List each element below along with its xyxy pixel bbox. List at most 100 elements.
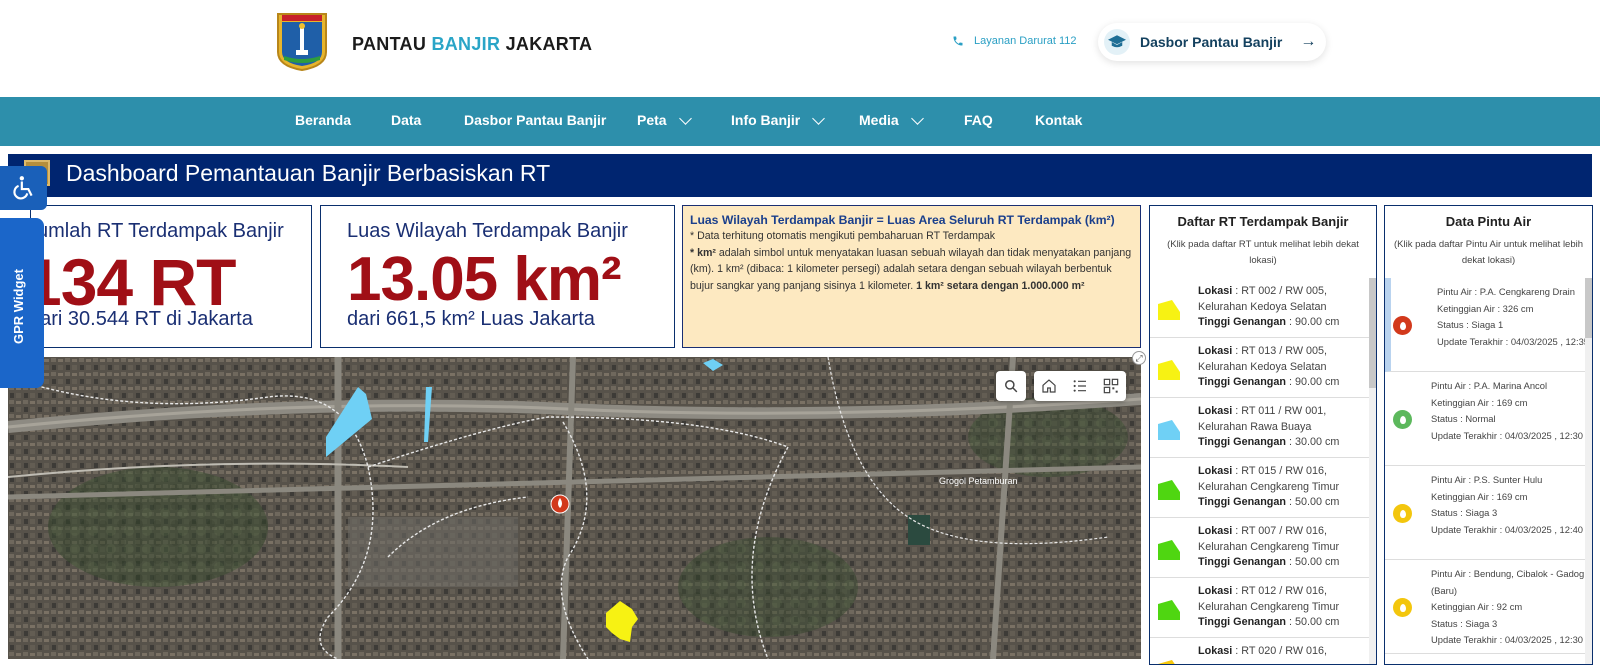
floodgate-updated: Update Terakhir : 04/03/2025 , 12:30 <box>1431 429 1584 441</box>
location-label: Lokasi <box>1198 405 1233 417</box>
rt-list-item[interactable]: Lokasi : RT 013 / RW 005, Kelurahan Kedo… <box>1150 338 1371 398</box>
depth-label: Tinggi Genangan <box>1198 556 1286 568</box>
floodgate-level: Ketinggian Air : 92 cm <box>1431 601 1523 612</box>
location-label: Lokasi <box>1198 525 1233 537</box>
floodgate-updated: Update Terakhir : 04/03/2025 , 12:35 <box>1437 335 1590 347</box>
scrollbar-thumb[interactable] <box>1369 278 1376 388</box>
floodgate-list: Pintu Air : P.A. Cengkareng Drain Ketingg… <box>1385 278 1590 654</box>
flood-level-swatch <box>1158 540 1180 560</box>
stat-value: 13.05 km² <box>347 245 622 314</box>
flood-level-swatch <box>1158 660 1175 664</box>
rt-list-item[interactable]: Lokasi : RT 020 / RW 016, <box>1150 638 1371 664</box>
rt-item-text: Lokasi : RT 015 / RW 016, Kelurahan Ceng… <box>1198 465 1340 508</box>
flood-level-swatch <box>1158 600 1180 620</box>
panel-note: (Klik pada daftar Pintu Air untuk meliha… <box>1393 239 1584 266</box>
flood-map[interactable]: Grogol Petamburan <box>8 357 1141 659</box>
panel-note: (Klik pada daftar RT untuk melihat lebih… <box>1167 239 1359 266</box>
rt-list: Lokasi : RT 002 / RW 005, Kelurahan Kedo… <box>1150 278 1371 664</box>
scrollbar-thumb[interactable] <box>1585 278 1592 338</box>
stat-sub: dari 661,5 km² Luas Jakarta <box>347 308 595 330</box>
nav-peta[interactable]: Peta <box>637 111 692 128</box>
layer-list-icon[interactable] <box>1072 378 1088 394</box>
accessibility-button[interactable] <box>0 166 47 210</box>
emergency-link[interactable]: Layanan Darurat 112 <box>952 35 1077 47</box>
floodgate-item-text: Pintu Air : P.S. Sunter Hulu Ketinggian A… <box>1431 472 1587 538</box>
water-drop-icon <box>1393 598 1412 617</box>
depth-label: Tinggi Genangan <box>1198 376 1286 388</box>
info-note-2-bold: * km² <box>690 246 716 259</box>
expand-icon[interactable]: ⤢ <box>1132 351 1146 365</box>
floodgate-level: Ketinggian Air : 169 cm <box>1431 396 1528 408</box>
gpr-widget-tab[interactable]: GPR Widget <box>0 218 44 388</box>
floodgate-name: Pintu Air : Bendung, Cibalok - Gadog (Ba… <box>1431 568 1585 596</box>
nav-media[interactable]: Media <box>859 111 924 128</box>
info-title: Luas Wilayah Terdampak Banjir = Luas Are… <box>690 213 1115 227</box>
floodgate-list-item[interactable]: Pintu Air : Bendung, Cibalok - Gadog (Ba… <box>1385 560 1590 654</box>
nav-dasbor[interactable]: Dasbor Pantau Banjir <box>464 112 606 128</box>
nav-kontak[interactable]: Kontak <box>1035 112 1082 128</box>
floodgate-status: Status : Normal <box>1431 413 1496 424</box>
stat-label: Luas Wilayah Terdampak Banjir <box>347 220 628 242</box>
qr-code-icon[interactable] <box>1103 378 1119 394</box>
nav-data[interactable]: Data <box>391 112 421 128</box>
floodgate-panel: Data Pintu Air (Klik pada daftar Pintu A… <box>1384 205 1593 665</box>
home-icon[interactable] <box>1041 378 1057 394</box>
dashboard-banner: Dashboard Pemantauan Banjir Berbasiskan … <box>8 154 1592 197</box>
map-toolbar <box>1034 371 1126 401</box>
stat-area-affected: Luas Wilayah Terdampak Banjir 13.05 km² … <box>320 205 675 348</box>
map-search-button[interactable] <box>996 371 1026 401</box>
location-value: RT 020 / RW 016, <box>1241 645 1328 657</box>
gpr-widget-label: GPR Widget <box>11 269 26 344</box>
floodgate-list-item[interactable]: Pintu Air : P.S. Sunter Hulu Ketinggian A… <box>1385 466 1590 560</box>
phone-icon <box>953 36 963 46</box>
rt-item-text: Lokasi : RT 013 / RW 005, Kelurahan Kedo… <box>1198 345 1340 388</box>
nav-beranda[interactable]: Beranda <box>295 112 351 128</box>
brand-word-1: PANTAU <box>352 34 427 54</box>
floodgate-name: Pintu Air : P.A. Cengkareng Drain <box>1437 286 1575 297</box>
depth-value: 90.00 cm <box>1294 376 1340 388</box>
rt-list-item[interactable]: Lokasi : RT 012 / RW 016, Kelurahan Ceng… <box>1150 578 1371 638</box>
info-note-2-tail: 1 km² setara dengan 1.000.000 m² <box>916 279 1085 292</box>
panel-title: Data Pintu Air <box>1445 214 1532 229</box>
nav-faq[interactable]: FAQ <box>964 112 993 128</box>
graduation-cap-icon <box>1104 29 1130 55</box>
flood-level-swatch <box>1158 420 1180 440</box>
floodgate-item-text: Pintu Air : P.A. Marina Ancol Ketinggian … <box>1431 378 1587 444</box>
nav-label: Media <box>859 112 899 128</box>
rt-list-item[interactable]: Lokasi : RT 011 / RW 001, Kelurahan Rawa… <box>1150 398 1371 458</box>
floodgate-name: Pintu Air : P.A. Marina Ancol <box>1431 380 1548 391</box>
rt-list-item[interactable]: Lokasi : RT 002 / RW 005, Kelurahan Kedo… <box>1150 278 1371 338</box>
location-label: Lokasi <box>1198 345 1233 357</box>
rt-list-item[interactable]: Lokasi : RT 015 / RW 016, Kelurahan Ceng… <box>1150 458 1371 518</box>
depth-value: 50.00 cm <box>1294 496 1340 508</box>
site-header: PANTAU BANJIR JAKARTA Layanan Darurat 11… <box>0 0 1600 97</box>
rt-item-text: Lokasi : RT 007 / RW 016, Kelurahan Ceng… <box>1198 525 1340 568</box>
floodgate-status: Status : Siaga 1 <box>1437 319 1504 330</box>
floodgate-status: Status : Siaga 3 <box>1431 617 1498 629</box>
stat-rt-affected: Jumlah RT Terdampak Banjir 134 RT dari 3… <box>30 205 312 348</box>
nav-label: FAQ <box>964 112 993 128</box>
chevron-down-icon <box>910 111 924 125</box>
nav-label: Beranda <box>295 112 352 128</box>
flood-level-swatch <box>1158 300 1180 320</box>
page-title: Dashboard Pemantauan Banjir Berbasiskan … <box>66 160 551 186</box>
stat-sub: dari 30.544 RT di Jakarta <box>30 308 253 330</box>
location-label: Lokasi <box>1198 585 1233 597</box>
rt-item-text: Lokasi : RT 002 / RW 005, Kelurahan Kedo… <box>1198 285 1340 328</box>
dashboard-button[interactable]: Dasbor Pantau Banjir → <box>1098 23 1326 61</box>
floodgate-list-item[interactable]: Pintu Air : P.A. Marina Ancol Ketinggian … <box>1385 372 1590 466</box>
floodgate-list-item[interactable]: Pintu Air : P.A. Cengkareng Drain Ketingg… <box>1385 278 1590 372</box>
brand-title[interactable]: PANTAU BANJIR JAKARTA <box>352 34 592 55</box>
main-nav: Beranda Data Dasbor Pantau Banjir Peta I… <box>0 97 1600 146</box>
depth-value: 90.00 cm <box>1294 316 1340 328</box>
stat-label: Jumlah RT Terdampak Banjir <box>30 220 284 242</box>
brand-word-2: BANJIR <box>431 34 501 54</box>
nav-info-banjir[interactable]: Info Banjir <box>731 111 826 128</box>
arrow-right-icon: → <box>1300 33 1317 50</box>
jakarta-logo[interactable] <box>276 12 328 72</box>
rt-list-item[interactable]: Lokasi : RT 007 / RW 016, Kelurahan Ceng… <box>1150 518 1371 578</box>
water-drop-icon <box>1393 410 1412 429</box>
info-note-1: * Data terhitung otomatis mengikuti pemb… <box>690 230 996 242</box>
depth-label: Tinggi Genangan <box>1198 616 1286 628</box>
water-drop-icon <box>1393 316 1412 335</box>
